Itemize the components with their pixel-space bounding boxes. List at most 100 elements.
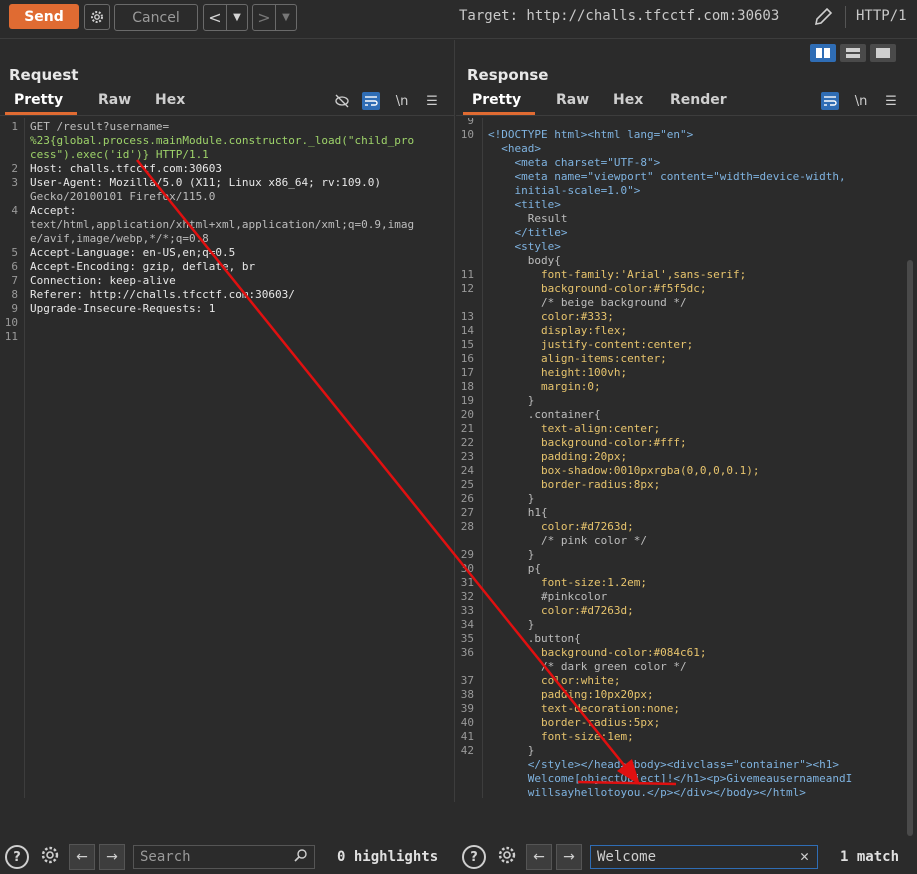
gear-icon[interactable] xyxy=(496,844,518,870)
newline-toggle[interactable]: \n xyxy=(852,92,870,110)
line-gutter xyxy=(0,118,25,798)
gear-icon[interactable] xyxy=(39,844,61,870)
tab-raw[interactable]: Raw xyxy=(98,92,131,108)
line-number: 29 xyxy=(460,548,474,561)
code-text: } xyxy=(488,492,535,505)
menu-icon[interactable]: ☰ xyxy=(882,92,900,110)
arrow-left-icon[interactable]: ← xyxy=(69,844,95,870)
line-number: 16 xyxy=(460,352,474,365)
split-horizontal-icon[interactable] xyxy=(810,44,836,62)
tab-pretty[interactable]: Pretty xyxy=(4,92,78,115)
code-text: Welcome[objectObject]!</h1><p>Givemeause… xyxy=(488,772,853,785)
code-text: <title> xyxy=(488,198,561,211)
divider xyxy=(845,6,846,28)
code-text: Accept: xyxy=(30,204,77,217)
response-title: Response xyxy=(467,66,549,84)
highlight-count: 0 highlights xyxy=(337,849,439,865)
code-text: /* beige background */ xyxy=(488,296,687,309)
code-text: align-items:center; xyxy=(488,352,667,365)
line-number: 24 xyxy=(460,464,474,477)
code-text: } xyxy=(488,618,535,631)
line-number: 34 xyxy=(460,618,474,631)
code-text: </style></head><body><divclass="containe… xyxy=(488,758,839,771)
line-number: 33 xyxy=(460,604,474,617)
search-input[interactable]: Welcome ✕ xyxy=(590,845,818,869)
code-text: Gecko/20100101 Firefox/115.0 xyxy=(30,190,216,203)
code-text: font-size:1em; xyxy=(488,730,634,743)
cancel-button[interactable]: Cancel xyxy=(114,4,198,31)
help-icon[interactable]: ? xyxy=(462,845,486,869)
line-number: 12 xyxy=(460,282,474,295)
split-vertical-icon[interactable] xyxy=(840,44,866,62)
forward-nav-group[interactable]: > ▼ xyxy=(252,4,297,31)
back-nav-group[interactable]: < ▼ xyxy=(203,4,248,31)
search-icon xyxy=(294,848,308,866)
request-title: Request xyxy=(9,66,79,84)
code-text: e/avif,image/webp,*/*;q=0.8 xyxy=(30,232,209,245)
arrow-right-icon[interactable]: → xyxy=(556,844,582,870)
code-text: padding:20px; xyxy=(488,450,628,463)
tab-render[interactable]: Render xyxy=(670,92,727,108)
tab-hex[interactable]: Hex xyxy=(613,92,643,108)
line-number: 26 xyxy=(460,492,474,505)
line-number: 35 xyxy=(460,632,474,645)
code-text: margin:0; xyxy=(488,380,601,393)
line-number: 32 xyxy=(460,590,474,603)
line-number: 19 xyxy=(460,394,474,407)
tab-hex[interactable]: Hex xyxy=(155,92,185,108)
response-search-bar: ? ← → Welcome ✕ 1 match xyxy=(462,840,899,874)
code-text: } xyxy=(488,394,535,407)
code-text: Connection: keep-alive xyxy=(30,274,176,287)
toolbar: Send Cancel < ▼ > ▼ Target: http://chall… xyxy=(0,0,917,39)
line-number: 5 xyxy=(11,246,18,259)
tab-raw[interactable]: Raw xyxy=(556,92,589,108)
single-pane-icon[interactable] xyxy=(870,44,896,62)
back-dropdown-icon[interactable]: ▼ xyxy=(226,5,247,30)
chevron-right-icon[interactable]: > xyxy=(253,8,275,27)
code-text: cess").exec('id')} HTTP/1.1 xyxy=(30,148,209,161)
code-text: } xyxy=(488,744,535,757)
response-pane: Response Pretty Raw Hex Render \n ☰ 9 10 <… xyxy=(456,40,917,870)
send-button[interactable]: Send xyxy=(9,4,79,29)
code-text: Host: challs.tfcctf.com:30603 xyxy=(30,162,223,175)
line-number: 13 xyxy=(460,310,474,323)
line-number: 18 xyxy=(460,380,474,393)
code-text: GET /result?username= xyxy=(30,120,170,133)
hide-eye-icon[interactable] xyxy=(333,92,351,110)
scrollbar[interactable] xyxy=(907,260,913,836)
http-version[interactable]: HTTP/1 xyxy=(856,8,907,24)
line-number: 27 xyxy=(460,506,474,519)
tab-pretty[interactable]: Pretty xyxy=(462,92,536,115)
wrap-lines-icon[interactable] xyxy=(362,92,380,110)
arrow-left-icon[interactable]: ← xyxy=(526,844,552,870)
line-number: 4 xyxy=(11,204,18,217)
newline-toggle[interactable]: \n xyxy=(393,92,411,110)
menu-icon[interactable]: ☰ xyxy=(423,92,441,110)
line-number: 20 xyxy=(460,408,474,421)
forward-dropdown-icon[interactable]: ▼ xyxy=(275,5,296,30)
request-search-bar: ? ← → Search 0 highlights xyxy=(5,840,438,874)
wrap-lines-icon[interactable] xyxy=(821,92,839,110)
line-number: 2 xyxy=(11,162,18,175)
gear-icon[interactable] xyxy=(84,4,110,30)
search-input[interactable]: Search xyxy=(133,845,315,869)
help-icon[interactable]: ? xyxy=(5,845,29,869)
code-text: border-radius:8px; xyxy=(488,478,661,491)
line-number: 11 xyxy=(4,330,18,343)
pencil-icon[interactable] xyxy=(812,6,834,32)
arrow-right-icon[interactable]: → xyxy=(99,844,125,870)
code-text: Result xyxy=(488,212,568,225)
line-number: 21 xyxy=(460,422,474,435)
line-number: 30 xyxy=(460,562,474,575)
response-editor[interactable]: 9 10 <!DOCTYPE html><html lang="en"> <head… xyxy=(456,118,917,798)
code-text: color:#d7263d; xyxy=(488,520,634,533)
line-number: 15 xyxy=(460,338,474,351)
request-editor[interactable]: 1 GET /result?username= %23{global.process… xyxy=(0,118,454,798)
chevron-left-icon[interactable]: < xyxy=(204,8,226,27)
line-number: 8 xyxy=(11,288,18,301)
code-text: <head> xyxy=(488,142,541,155)
code-text: background-color:#f5f5dc; xyxy=(488,282,707,295)
code-text: Accept-Encoding: gzip, deflate, br xyxy=(30,260,256,273)
close-icon[interactable]: ✕ xyxy=(800,847,809,865)
code-text: color:white; xyxy=(488,674,621,687)
